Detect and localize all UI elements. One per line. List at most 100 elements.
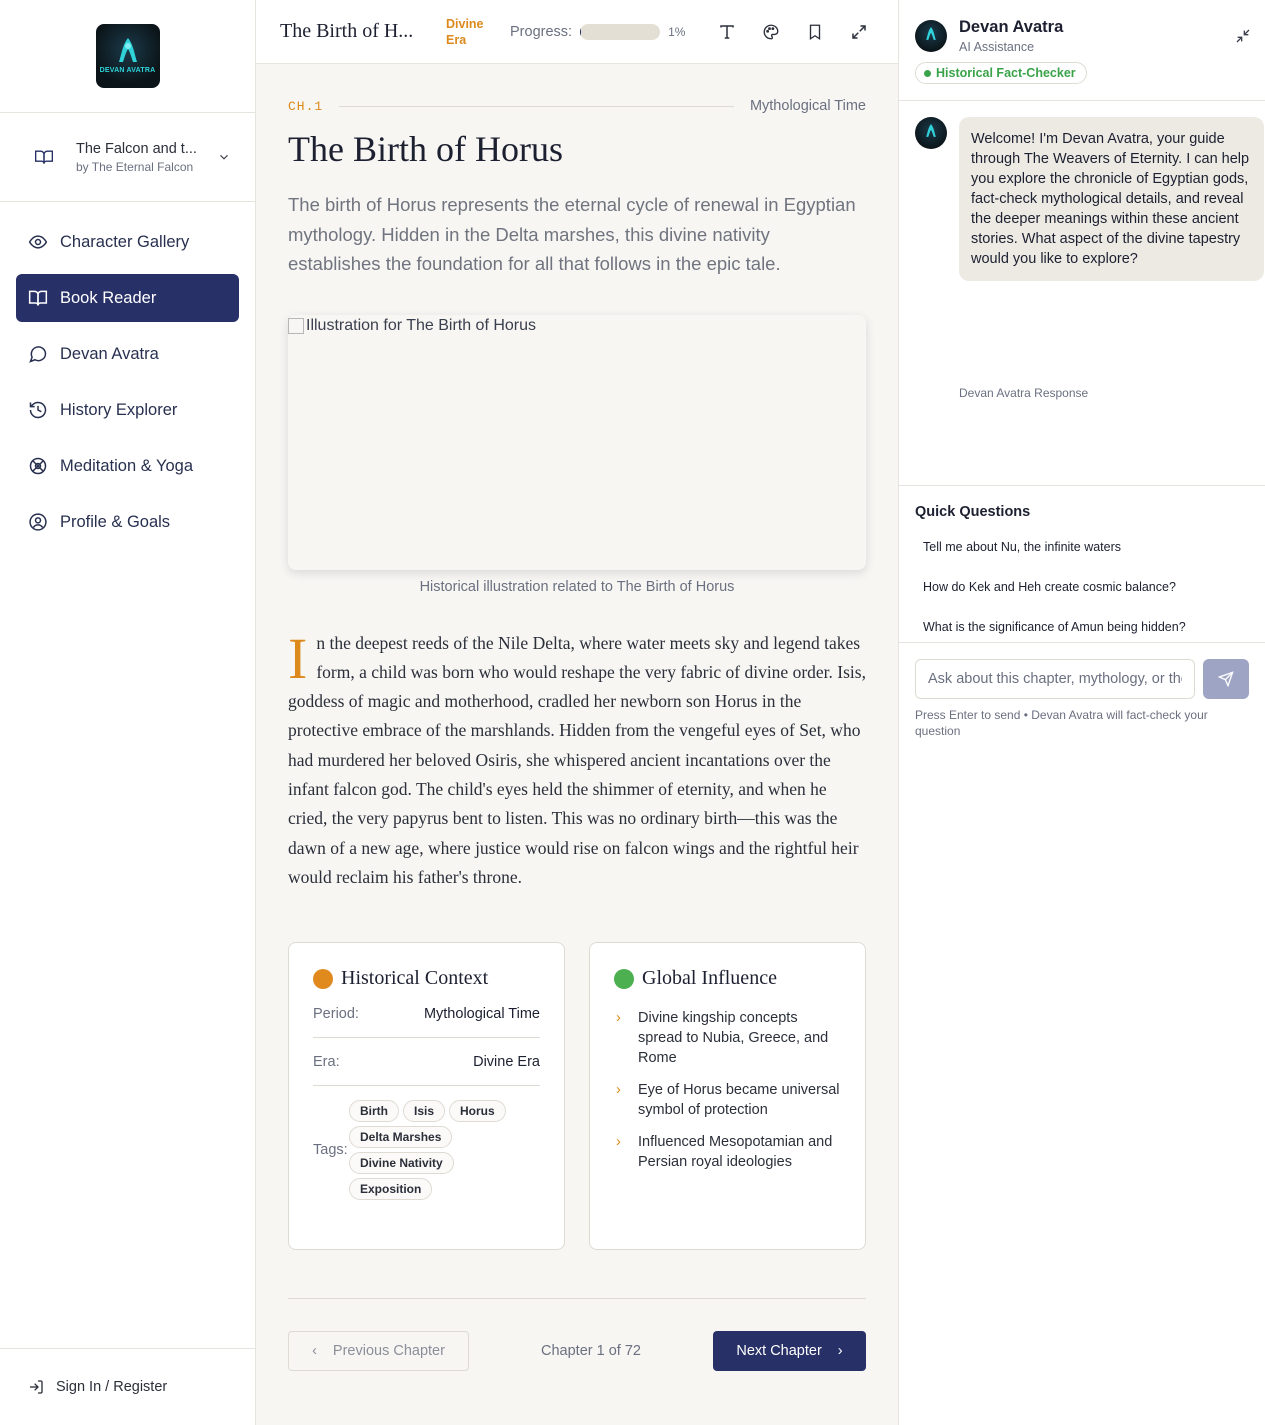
broken-image-icon [288, 317, 304, 334]
bookmark-icon [810, 24, 821, 40]
chevron-down-icon [220, 154, 228, 160]
quick-question[interactable]: How do Kek and Heh create cosmic balance… [915, 574, 1249, 600]
body-paragraph: n the deepest reeds of the Nile Delta, w… [288, 632, 866, 887]
logo-text: DEVAN AVATRA [99, 67, 156, 74]
history-icon [28, 400, 48, 420]
chat-input-area: Press Enter to send • Devan Avatra will … [899, 643, 1265, 739]
chapter-illustration: Illustration for The Birth of Horus [288, 314, 866, 570]
chevron-left-icon: ‹ [312, 1343, 317, 1360]
tags-label: Tags: [313, 1142, 348, 1159]
book-author: by The Eternal Falcon [76, 159, 194, 174]
avatar-figure-icon [118, 38, 137, 62]
chevron-right-icon: › [616, 1082, 621, 1099]
message-circle-icon [28, 344, 48, 364]
influence-text: Eye of Horus became universal symbol of … [638, 1082, 840, 1119]
sidebar: DEVAN AVATRA The Falcon and t... by The … [0, 0, 256, 1425]
tag[interactable]: Isis [403, 1100, 446, 1123]
chevron-right-icon: › [837, 1343, 843, 1360]
chapter-content: CH.1 Mythological Time The Birth of Horu… [256, 98, 898, 1372]
nav-item-history-explorer[interactable]: History Explorer [16, 386, 239, 434]
font-settings-button[interactable] [705, 10, 749, 54]
influence-dot-icon [614, 968, 634, 989]
sign-in-link[interactable]: Sign In / Register [0, 1348, 255, 1425]
chapter-pager: ‹ Previous Chapter Chapter 1 of 72 Next … [288, 1298, 866, 1372]
chat-input[interactable] [915, 659, 1196, 699]
prev-label: Previous Chapter [332, 1343, 445, 1360]
quick-question[interactable]: Tell me about Nu, the infinite waters [915, 534, 1249, 560]
avatar-figure-icon [926, 124, 936, 137]
previous-chapter-button[interactable]: ‹ Previous Chapter [288, 1331, 469, 1372]
nav-item-meditation-yoga[interactable]: Meditation & Yoga [16, 442, 239, 490]
minimize-icon[interactable] [1235, 28, 1251, 44]
book-open-icon [28, 288, 48, 308]
log-in-icon [30, 1380, 43, 1394]
status-dot-icon [924, 69, 931, 77]
chapter-period: Mythological Time [749, 98, 866, 114]
type-icon [720, 24, 735, 39]
nav-item-devan-avatra[interactable]: Devan Avatra [16, 330, 239, 378]
nav-item-book-reader[interactable]: Book Reader [16, 274, 239, 322]
eye-icon [28, 232, 48, 252]
nav-label: Meditation & Yoga [60, 456, 194, 475]
maximize-icon [852, 24, 867, 39]
next-chapter-button[interactable]: Next Chapter › [713, 1331, 866, 1372]
nav-item-character-gallery[interactable]: Character Gallery [16, 218, 239, 266]
book-selector[interactable]: The Falcon and t... by The Eternal Falco… [0, 113, 255, 202]
assistant-message: Welcome! I'm Devan Avatra, your guide th… [959, 117, 1264, 281]
period-row: Period: Mythological Time [313, 990, 540, 1039]
fact-checker-badge: Historical Fact-Checker [915, 62, 1087, 84]
influence-item: › Influenced Mesopotamian and Persian ro… [614, 1132, 841, 1172]
progress-fill [580, 23, 581, 40]
assistant-subtitle: AI Assistance [959, 40, 1035, 54]
chat-log: Welcome! I'm Devan Avatra, your guide th… [899, 101, 1265, 486]
influence-item: › Eye of Horus became universal symbol o… [614, 1080, 841, 1120]
assistant-panel: Devan Avatra AI Assistance Historical Fa… [898, 0, 1265, 1425]
chapter-title: The Birth of Horus [288, 129, 563, 169]
nav-label: Devan Avatra [60, 344, 159, 363]
influence-text: Influenced Mesopotamian and Persian roya… [638, 1134, 833, 1171]
nav-label: History Explorer [60, 400, 178, 419]
quick-question[interactable]: What is the significance of Amun being h… [915, 614, 1249, 640]
input-hint: Press Enter to send • Devan Avatra will … [915, 708, 1208, 738]
nav-label: Book Reader [60, 288, 157, 307]
chapter-summary: The birth of Horus represents the eterna… [288, 194, 856, 274]
card-title: Historical Context [341, 967, 489, 990]
chevron-right-icon: › [616, 1134, 621, 1151]
era-row: Era: Divine Era [313, 1038, 540, 1087]
reader-main: The Birth of H... Divine Era Progress: 1… [256, 0, 898, 1425]
era-badge: Divine Era [446, 16, 484, 47]
period-label: Period: [313, 1005, 359, 1022]
theme-button[interactable] [749, 10, 793, 54]
send-button[interactable] [1203, 659, 1249, 699]
tag[interactable]: Birth [349, 1100, 399, 1123]
progress-percent: 1% [668, 24, 686, 39]
nav-label: Character Gallery [60, 232, 190, 251]
quick-questions-title: Quick Questions [915, 504, 1031, 520]
global-influence-card: Global Influence › Divine kingship conce… [589, 942, 866, 1251]
avatar [915, 20, 947, 52]
historical-context-card: Historical Context Period: Mythological … [288, 942, 565, 1251]
reader-toolbar: The Birth of H... Divine Era Progress: 1… [256, 0, 898, 64]
influence-item: › Divine kingship concepts spread to Nub… [614, 1008, 841, 1068]
nav-item-profile-goals[interactable]: Profile & Goals [16, 498, 239, 546]
image-alt: Illustration for The Birth of Horus [306, 316, 537, 334]
tag[interactable]: Horus [449, 1100, 506, 1123]
bookmark-button[interactable] [793, 10, 837, 54]
chapter-number: CH.1 [288, 98, 324, 114]
app-logo[interactable]: DEVAN AVATRA [95, 24, 160, 88]
badge-label: Historical Fact-Checker [936, 66, 1076, 80]
user-circle-icon [28, 512, 48, 532]
tag[interactable]: Exposition [349, 1178, 433, 1201]
era-label: Era: [313, 1053, 340, 1070]
period-value: Mythological Time [423, 1005, 540, 1022]
send-icon [1218, 671, 1234, 687]
fullscreen-button[interactable] [837, 10, 881, 54]
progress-bar [580, 23, 661, 40]
tag[interactable]: Divine Nativity [349, 1152, 454, 1175]
avatar-figure-icon [926, 27, 936, 40]
illustration-caption: Historical illustration related to The B… [419, 578, 735, 595]
next-label: Next Chapter [736, 1343, 822, 1360]
tag-list: Birth Isis Horus Delta Marshes Divine Na… [349, 1100, 519, 1201]
tag[interactable]: Delta Marshes [349, 1126, 453, 1149]
illustration-alt-text: Illustration for The Birth of Horus [288, 317, 536, 335]
